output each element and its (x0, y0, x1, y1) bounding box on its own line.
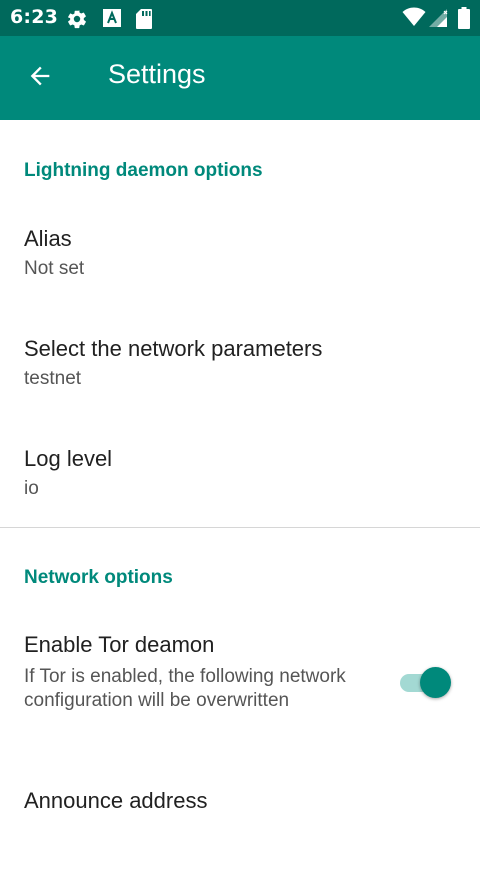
status-bar: 6:23 (0, 0, 480, 36)
arrow-back-icon (26, 62, 54, 94)
battery-icon (458, 7, 470, 33)
app-notification-icon (102, 8, 122, 32)
app-bar: Settings (0, 36, 480, 120)
pref-enable-tor[interactable]: Enable Tor deamon If Tor is enabled, the… (0, 620, 480, 750)
pref-enable-tor-summary: If Tor is enabled, the following network… (24, 666, 346, 711)
pref-enable-tor-title: Enable Tor deamon (24, 632, 215, 657)
switch-thumb (420, 667, 451, 698)
pref-alias-title: Alias (24, 226, 72, 251)
pref-network-parameters-title: Select the network parameters (24, 336, 323, 361)
pref-announce-address-title: Announce address (24, 788, 208, 813)
category-title-network: Network options (24, 567, 173, 588)
cell-signal-icon (428, 8, 448, 32)
pref-log-level-title: Log level (24, 446, 113, 471)
gear-icon (66, 8, 88, 34)
pref-alias[interactable]: Alias Not set (0, 208, 480, 308)
pref-log-level[interactable]: Log level io (0, 428, 480, 528)
page-title: Settings (108, 59, 206, 89)
section-divider (0, 527, 480, 528)
tor-toggle-switch[interactable] (400, 666, 452, 698)
pref-log-level-summary: io (24, 478, 39, 499)
back-button[interactable] (16, 54, 64, 102)
wifi-icon (402, 7, 426, 31)
pref-network-parameters[interactable]: Select the network parameters testnet (0, 318, 480, 418)
status-time: 6:23 (10, 6, 59, 28)
pref-alias-summary: Not set (24, 258, 85, 279)
pref-announce-address[interactable]: Announce address (0, 770, 480, 870)
category-title-lightning: Lightning daemon options (24, 160, 263, 181)
sd-card-icon (135, 8, 153, 34)
pref-network-parameters-summary: testnet (24, 368, 82, 389)
